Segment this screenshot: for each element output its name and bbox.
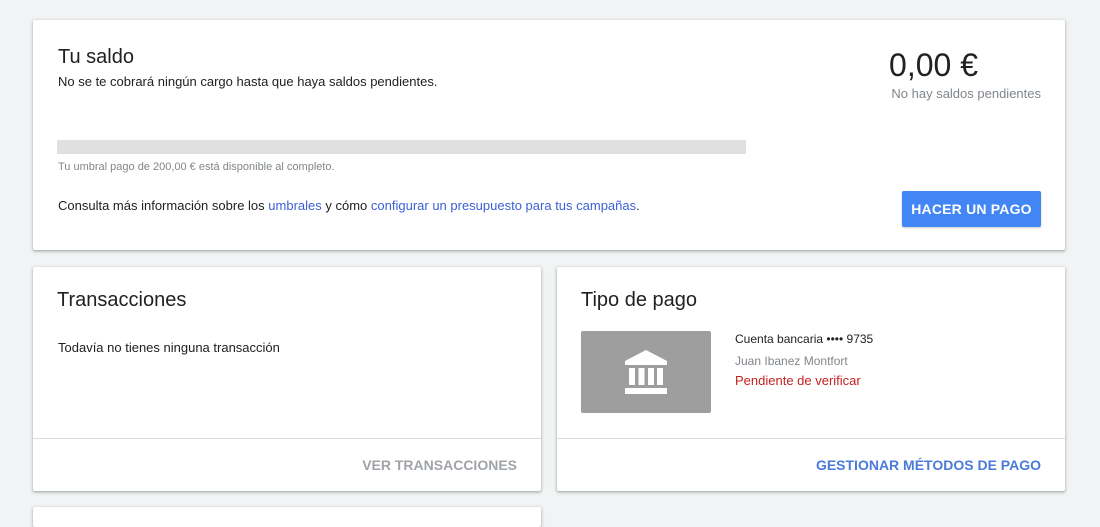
verification-status: Pendiente de verificar	[735, 373, 861, 388]
bank-icon	[625, 350, 667, 394]
bank-account-tile	[581, 331, 711, 413]
balance-subtitle: No se te cobrará ningún cargo hasta que …	[58, 74, 438, 89]
make-payment-button[interactable]: HACER UN PAGO	[902, 191, 1041, 227]
transactions-title: Transacciones	[57, 289, 187, 311]
view-transactions-button[interactable]: VER TRANSACCIONES	[362, 457, 517, 473]
info-suffix: .	[636, 198, 640, 213]
transactions-card: Transacciones Todavía no tienes ninguna …	[33, 267, 541, 491]
transactions-empty-text: Todavía no tienes ninguna transacción	[58, 340, 280, 355]
balance-amount-caption: No hay saldos pendientes	[891, 86, 1041, 101]
payment-type-title: Tipo de pago	[581, 289, 698, 311]
info-middle: y cómo	[325, 198, 368, 213]
divider	[33, 438, 541, 439]
thresholds-link[interactable]: umbrales	[268, 198, 321, 213]
balance-info-text: Consulta más información sobre los umbra…	[58, 198, 640, 213]
threshold-caption: Tu umbral pago de 200,00 € está disponib…	[58, 161, 335, 173]
divider	[557, 438, 1065, 439]
account-holder: Juan Ibanez Montfort	[735, 354, 848, 368]
balance-card: Tu saldo No se te cobrará ningún cargo h…	[33, 20, 1065, 250]
budget-link[interactable]: configurar un presupuesto para tus campa…	[371, 198, 636, 213]
next-card	[33, 507, 541, 527]
balance-amount: 0,00 €	[889, 47, 978, 83]
bank-account-label: Cuenta bancaria •••• 9735	[735, 332, 874, 346]
threshold-progress-bar	[57, 140, 746, 154]
bank-account-info: Cuenta bancaria •••• 9735 Juan Ibanez Mo…	[735, 332, 873, 388]
payment-type-card: Tipo de pago Cuenta bancaria •••• 9735 J…	[557, 267, 1065, 491]
info-prefix: Consulta más información sobre los	[58, 198, 265, 213]
manage-payment-methods-button[interactable]: GESTIONAR MÉTODOS DE PAGO	[816, 457, 1041, 473]
balance-title: Tu saldo	[58, 46, 134, 68]
